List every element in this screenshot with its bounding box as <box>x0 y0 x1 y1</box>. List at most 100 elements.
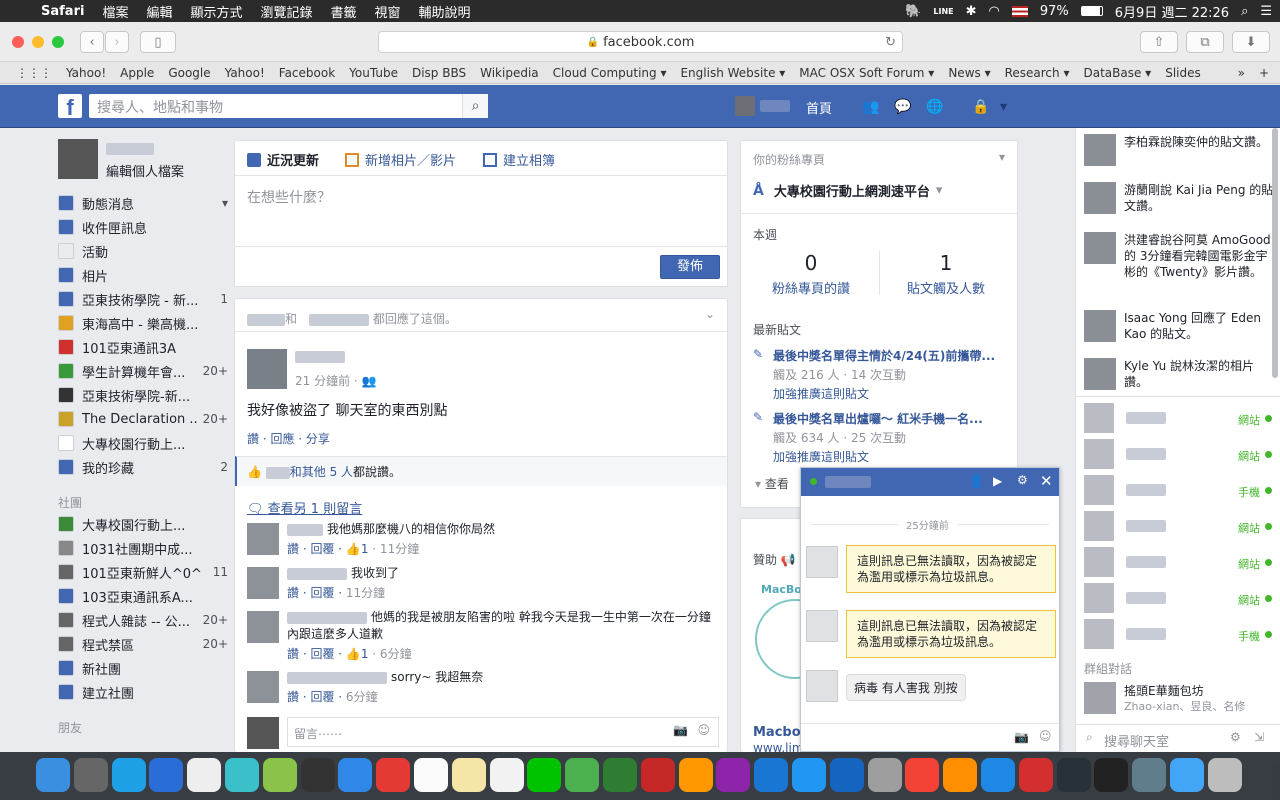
evernote-status-icon[interactable]: 🐘 <box>905 4 921 19</box>
bookmark-folder[interactable]: Cloud Computing ▾ <box>546 66 674 80</box>
facebook-logo-icon[interactable]: f <box>58 94 82 120</box>
left-nav-group[interactable]: 程式禁區 20+ <box>58 632 228 656</box>
left-nav-group[interactable]: 新社團 <box>58 656 228 680</box>
dock-app-icon[interactable] <box>1056 758 1091 792</box>
tab-create-album[interactable]: 建立相簿 <box>483 150 555 169</box>
dock-app-icon[interactable] <box>678 758 713 792</box>
dock-app-icon[interactable] <box>1018 758 1053 792</box>
dock-app-icon[interactable] <box>111 758 146 792</box>
profile-picture[interactable] <box>58 139 98 179</box>
left-nav-item[interactable]: The Declaration ... 20+ <box>58 407 228 431</box>
comment-actions[interactable]: 讚 · 回覆 · 11分鐘 <box>287 584 717 601</box>
sidebar-scrollbar[interactable] <box>1272 128 1278 378</box>
pages-options-icon[interactable]: ▾ <box>999 150 1005 164</box>
flag-icon[interactable] <box>1011 5 1028 17</box>
add-friends-to-chat-icon[interactable]: 👤 <box>969 474 984 488</box>
menu-help[interactable]: 輔助說明 <box>410 2 480 21</box>
minimize-window-button[interactable] <box>32 36 44 48</box>
bookmark-folder[interactable]: English Website ▾ <box>673 66 792 80</box>
menu-window[interactable]: 視窗 <box>366 2 410 21</box>
left-nav-item[interactable]: 亞東技術學院-新... <box>58 383 228 407</box>
post-reach-link[interactable]: 貼文觸及人數 <box>891 278 1001 297</box>
page-likes-link[interactable]: 粉絲專頁的讚 <box>761 278 861 297</box>
dock-app-icon[interactable] <box>867 758 902 792</box>
spotlight-icon[interactable]: ⌕ <box>1241 4 1248 19</box>
sidebar-toggle-icon[interactable]: ▯ <box>140 31 176 53</box>
bookmark-item[interactable]: Yahoo! <box>59 66 113 80</box>
author-name[interactable] <box>295 351 345 363</box>
close-window-button[interactable] <box>12 36 24 48</box>
tab-add-photo[interactable]: 新增相片／影片 <box>345 150 456 169</box>
new-tab-icon[interactable]: + <box>1252 66 1276 80</box>
boost-post-link[interactable]: 加強推廣這則貼文 <box>773 385 1009 402</box>
bookmark-item[interactable]: YouTube <box>342 66 405 80</box>
dock-app-icon[interactable] <box>905 758 940 792</box>
close-chat-icon[interactable]: ✕ <box>1040 472 1053 490</box>
friend-requests-icon[interactable]: 👥 <box>862 99 880 115</box>
bookmark-item[interactable]: Slides <box>1158 66 1208 80</box>
chat-contact[interactable]: 網站 <box>1084 547 1274 577</box>
bookmark-item[interactable]: Facebook <box>272 66 342 80</box>
dock-app-icon[interactable] <box>451 758 486 792</box>
tabs-overview-icon[interactable]: ⧉ <box>1186 31 1224 53</box>
reload-icon[interactable]: ↻ <box>885 35 896 50</box>
bookmark-item[interactable]: Apple <box>113 66 161 80</box>
chat-search-input[interactable]: ⌕ 搜尋聊天室 ⚙ ⇲ <box>1076 724 1280 752</box>
commenter-name[interactable] <box>287 567 347 580</box>
dock-app-icon[interactable] <box>1094 758 1129 792</box>
post-button[interactable]: 發佈 <box>660 255 720 279</box>
chat-header[interactable]: 👤 ▶ ⚙ ✕ <box>801 468 1059 496</box>
left-nav-item[interactable]: 收件匣訊息 <box>58 215 228 239</box>
post-actions[interactable]: 讚 · 回應 · 分享 <box>247 430 330 447</box>
left-nav-item[interactable]: 大專校園行動上... <box>58 431 228 455</box>
dock-app-icon[interactable] <box>1132 758 1167 792</box>
view-more-comments-link[interactable]: 🗨 查看另 1 則留言 <box>247 498 362 517</box>
notification-center-icon[interactable]: ☰ <box>1260 4 1272 19</box>
dock-app-icon[interactable] <box>36 758 70 792</box>
post-time[interactable]: 21 分鐘前 · 👥 <box>295 372 376 389</box>
chat-contact[interactable]: 手機 <box>1084 619 1274 649</box>
zoom-window-button[interactable] <box>52 36 64 48</box>
bookmark-folder[interactable]: News ▾ <box>941 66 997 80</box>
dock-app-icon[interactable] <box>981 758 1015 792</box>
left-nav-item[interactable]: 活動 <box>58 239 228 263</box>
dock-app-icon[interactable] <box>414 758 448 792</box>
bookmark-item[interactable]: Wikipedia <box>473 66 546 80</box>
forward-button[interactable]: › <box>105 31 129 53</box>
account-menu-icon[interactable]: ▾ <box>1000 99 1018 115</box>
left-nav-item[interactable]: 我的珍藏 2 <box>58 455 228 479</box>
share-icon[interactable]: ⇧ <box>1140 31 1178 53</box>
dock-app-icon[interactable] <box>1207 758 1242 792</box>
chat-contact[interactable]: 網站 <box>1084 511 1274 541</box>
profile-name[interactable] <box>760 100 790 112</box>
left-nav-group[interactable]: 1031社團期中成... <box>58 536 228 560</box>
chat-settings-gear-icon[interactable]: ⚙ <box>1017 473 1028 487</box>
search-input[interactable]: 搜尋人、地點和事物 ⌕ <box>89 94 488 118</box>
chat-contact-name[interactable] <box>825 476 871 488</box>
dock-app-icon[interactable] <box>225 758 259 792</box>
commenter-name[interactable] <box>287 671 387 684</box>
commenter-name[interactable] <box>287 523 323 536</box>
battery-icon[interactable] <box>1080 6 1103 16</box>
downloads-icon[interactable]: ⬇ <box>1232 31 1270 53</box>
wifi-icon[interactable]: ◠ <box>989 4 1000 19</box>
left-nav-item[interactable]: 101亞東通訊3A <box>58 335 228 359</box>
menu-file[interactable]: 檔案 <box>93 2 137 21</box>
dock-app-icon[interactable] <box>262 758 297 792</box>
author-avatar[interactable] <box>247 349 287 389</box>
dock-app-icon[interactable] <box>829 758 864 792</box>
left-nav-item[interactable]: 東海高中 - 樂高機... <box>58 311 228 335</box>
see-more-link[interactable]: ▾ 查看 <box>755 475 789 492</box>
emoji-icon[interactable]: ☺ <box>697 723 710 737</box>
video-call-icon[interactable]: ▶ <box>993 474 1002 488</box>
notifications-icon[interactable]: 🌐 <box>926 99 944 115</box>
profile-name[interactable] <box>106 143 154 155</box>
chat-contact[interactable]: 網站 <box>1084 403 1274 433</box>
commenter-avatar[interactable] <box>247 567 279 599</box>
edit-profile-link[interactable]: 編輯個人檔案 <box>106 161 184 180</box>
group-chat-name[interactable]: 搖頭E華麵包坊 <box>1124 682 1204 699</box>
tab-status[interactable]: 近況更新 <box>247 150 319 169</box>
dock-app-icon[interactable] <box>73 758 108 792</box>
bookmark-folder[interactable]: Research ▾ <box>998 66 1077 80</box>
bookmark-folder[interactable]: MAC OSX Soft Forum ▾ <box>792 66 941 80</box>
